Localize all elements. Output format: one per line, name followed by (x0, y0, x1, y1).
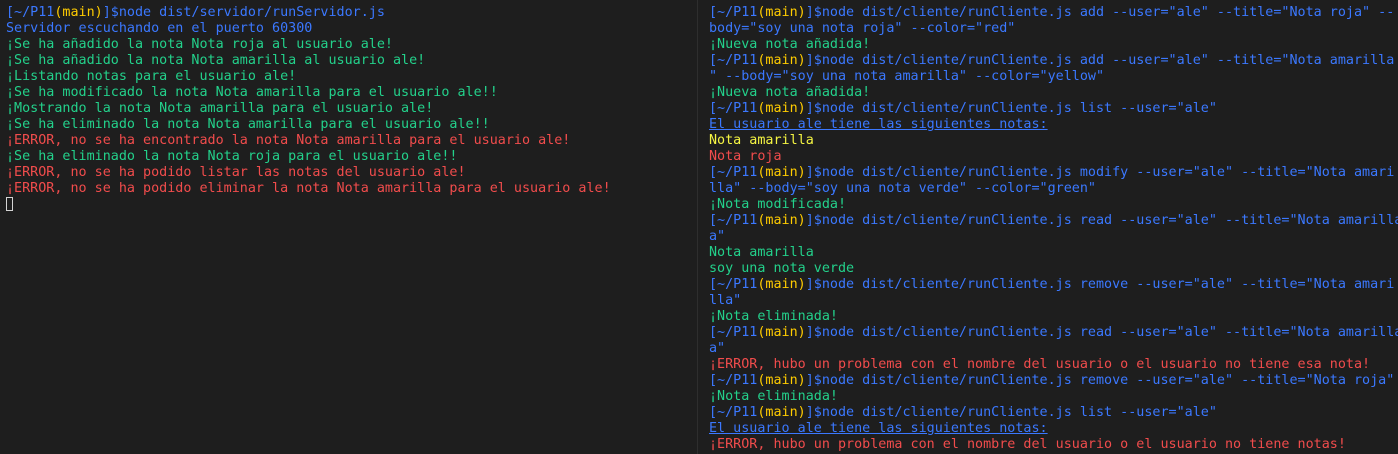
command-text: node dist/cliente/runCliente.js add --us… (821, 5, 1395, 20)
prompt-path: [~/P11 (709, 277, 758, 292)
prompt-path: [~/P11 (6, 5, 55, 20)
command-text: node dist/cliente/runCliente.js remove -… (821, 277, 1395, 292)
command-wrap: a" (709, 229, 726, 244)
prompt-branch: (main) (757, 101, 806, 116)
error-line: ¡ERROR, no se ha podido eliminar la nota… (6, 181, 611, 196)
prompt-branch: (main) (757, 373, 806, 388)
command-text: node dist/cliente/runCliente.js modify -… (821, 165, 1395, 180)
output-line: ¡Nueva nota añadida! (709, 85, 871, 100)
command-text: node dist/servidor/runServidor.js (118, 5, 385, 20)
error-line: ¡ERROR, hubo un problema con el nombre d… (709, 357, 1371, 372)
command-text: node dist/cliente/runCliente.js remove -… (821, 373, 1395, 388)
output-line: ¡Mostrando la nota Nota amarilla para el… (6, 101, 434, 116)
prompt-line: [~/P11(main)]$node dist/cliente/runClien… (709, 277, 1398, 293)
prompt-line: [~/P11(main)]$node dist/cliente/runClien… (709, 5, 1398, 21)
prompt-line: [~/P11(main)]$node dist/cliente/runClien… (709, 213, 1398, 229)
output-line: ¡Nota eliminada! (709, 309, 838, 324)
command-text: node dist/cliente/runCliente.js read --u… (821, 213, 1398, 228)
prompt-line: [~/P11(main)]$node dist/cliente/runClien… (709, 405, 1398, 421)
prompt-line: [~/P11(main)]$node dist/cliente/runClien… (709, 101, 1398, 117)
prompt-line: [~/P11(main)]$node dist/cliente/runClien… (709, 165, 1398, 181)
prompt-close: ]$ (102, 5, 119, 20)
output-line: Servidor escuchando en el puerto 60300 (6, 21, 313, 36)
prompt-close: ]$ (805, 277, 822, 292)
prompt-branch: (main) (757, 277, 806, 292)
output-line: ¡Se ha modificado la nota Nota amarilla … (6, 85, 498, 100)
prompt-line: [~/P11(main)]$node dist/cliente/runClien… (709, 53, 1398, 69)
cursor-line (6, 197, 697, 213)
output-line: ¡Se ha eliminado la nota Nota amarilla p… (6, 117, 490, 132)
error-line: ¡ERROR, no se ha encontrado la nota Nota… (6, 133, 571, 148)
command-wrap: lla" --body="soy una nota verde" --color… (709, 181, 1096, 196)
prompt-close: ]$ (805, 405, 822, 420)
prompt-path: [~/P11 (709, 101, 758, 116)
prompt-branch: (main) (54, 5, 103, 20)
command-text: node dist/cliente/runCliente.js add --us… (821, 53, 1395, 68)
output-line: ¡Se ha añadido la nota Nota amarilla al … (6, 53, 426, 68)
error-line: ¡ERROR, no se ha podido listar las notas… (6, 165, 466, 180)
command-wrap: lla" (709, 293, 742, 308)
command-wrap: body="soy una nota roja" --color="red" (709, 21, 1016, 36)
prompt-close: ]$ (805, 165, 822, 180)
prompt-line: [~/P11(main)]$node dist/cliente/runClien… (709, 373, 1398, 389)
prompt-path: [~/P11 (709, 165, 758, 180)
prompt-path: [~/P11 (709, 325, 758, 340)
prompt-close: ]$ (805, 101, 822, 116)
prompt-branch: (main) (757, 5, 806, 20)
output-line: ¡Nueva nota añadida! (709, 37, 871, 52)
prompt-close: ]$ (805, 213, 822, 228)
prompt-path: [~/P11 (709, 405, 758, 420)
list-header: El usuario ale tiene las siguientes nota… (709, 421, 1048, 436)
output-line: ¡Listando notas para el usuario ale! (6, 69, 297, 84)
prompt-branch: (main) (757, 405, 806, 420)
prompt-close: ]$ (805, 53, 822, 68)
output-line: ¡Nota modificada! (709, 197, 847, 212)
prompt-path: [~/P11 (709, 5, 758, 20)
client-terminal-pane[interactable]: [~/P11(main)]$node dist/cliente/runClien… (698, 0, 1398, 454)
list-header: El usuario ale tiene las siguientes nota… (709, 117, 1048, 132)
prompt-line: [~/P11(main)]$node dist/servidor/runServ… (6, 5, 697, 21)
command-wrap: a" (709, 341, 726, 356)
prompt-close: ]$ (805, 5, 822, 20)
note-body-green: soy una nota verde (709, 261, 855, 276)
prompt-branch: (main) (757, 165, 806, 180)
error-line: ¡ERROR, hubo un problema con el nombre d… (709, 437, 1346, 452)
note-title-red: Nota roja (709, 149, 782, 164)
note-title-yellow: Nota amarilla (709, 133, 814, 148)
prompt-branch: (main) (757, 213, 806, 228)
command-text: node dist/cliente/runCliente.js read --u… (821, 325, 1398, 340)
prompt-branch: (main) (757, 325, 806, 340)
command-wrap: " --body="soy una nota amarilla" --color… (709, 69, 1105, 84)
prompt-branch: (main) (757, 53, 806, 68)
output-line: ¡Se ha añadido la nota Nota roja al usua… (6, 37, 393, 52)
prompt-line: [~/P11(main)]$node dist/cliente/runClien… (709, 325, 1398, 341)
prompt-close: ]$ (805, 325, 822, 340)
prompt-close: ]$ (805, 373, 822, 388)
prompt-path: [~/P11 (709, 53, 758, 68)
command-text: node dist/cliente/runCliente.js list --u… (821, 405, 1217, 420)
prompt-path: [~/P11 (709, 213, 758, 228)
output-line: ¡Nota eliminada! (709, 389, 838, 404)
note-title-green: Nota amarilla (709, 245, 814, 260)
server-terminal-pane[interactable]: [~/P11(main)]$node dist/servidor/runServ… (0, 0, 697, 454)
prompt-path: [~/P11 (709, 373, 758, 388)
terminal-cursor[interactable] (6, 197, 13, 211)
output-line: ¡Se ha eliminado la nota Nota roja para … (6, 149, 458, 164)
command-text: node dist/cliente/runCliente.js list --u… (821, 101, 1217, 116)
